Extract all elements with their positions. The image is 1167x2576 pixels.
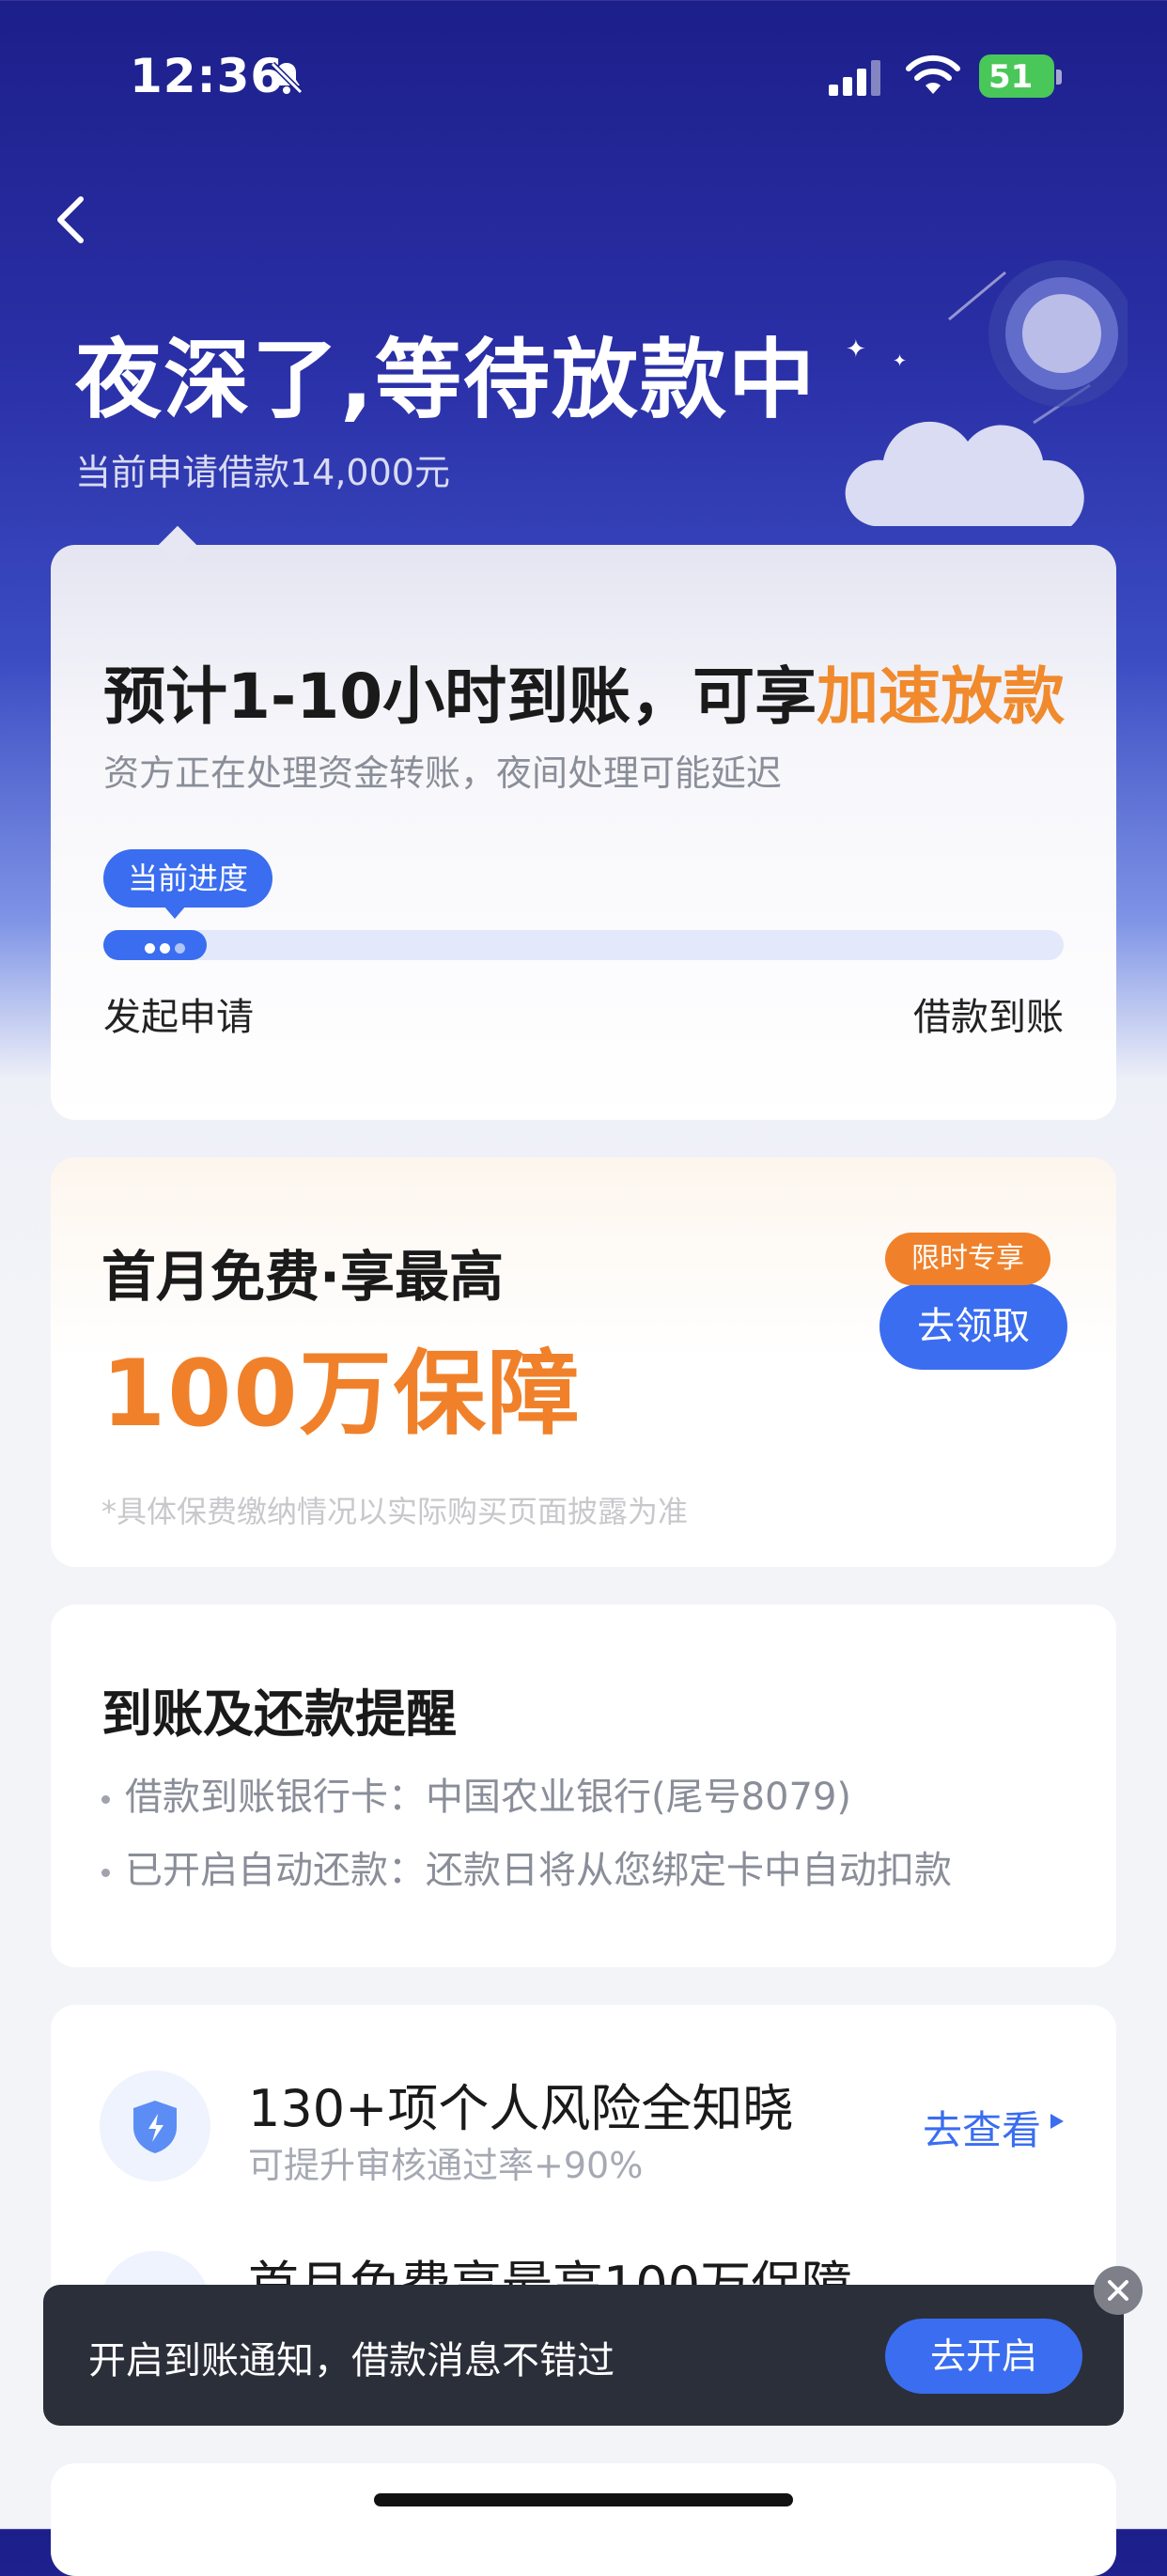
progress-start-label: 发起申请 (103, 996, 254, 1039)
shield-bolt-icon (133, 2101, 177, 2153)
risk-item-subtitle: 可提升审核通过率+90% (248, 2145, 644, 2186)
svg-text:✦: ✦ (846, 335, 866, 364)
progress-end-label: 借款到账 (913, 996, 1064, 1039)
eta-subtitle: 资方正在处理资金转账，夜间处理可能延迟 (103, 753, 783, 794)
view-link[interactable]: 去查看 (923, 2099, 1041, 2156)
svg-text:✦: ✦ (893, 351, 907, 371)
progress-badge: 当前进度 (103, 849, 273, 919)
notification-banner: 开启到账通知，借款消息不错过 去开启 (43, 2285, 1124, 2426)
promo-disclaimer: *具体保费缴纳情况以实际购买页面披露为准 (101, 1494, 689, 1529)
bell-muted-icon (270, 61, 303, 95)
reminder-card: 到账及还款提醒 借款到账银行卡：中国农业银行(尾号8079) 已开启自动还款：还… (51, 1605, 1116, 1967)
status-time: 12:36 (130, 49, 285, 103)
wifi-icon (906, 54, 960, 94)
promo-line1: 首月免费·享最高 (101, 1245, 505, 1309)
cellular-signal-icon (829, 60, 880, 96)
risk-item-title: 130+项个人风险全知晓 (248, 2079, 794, 2138)
limited-offer-tag: 限时专享 (885, 1233, 1050, 1285)
bottom-card (51, 2463, 1116, 2576)
progress-card: 预计1-10小时到账，可享加速放款 资方正在处理资金转账，夜间处理可能延迟 当前… (51, 525, 1116, 1120)
claim-button[interactable]: 去领取 (879, 1283, 1067, 1370)
page-title: 夜深了,等待放款中 (75, 330, 817, 430)
moon-illustration: ✦ ✦ (809, 260, 1128, 526)
speedup-highlight[interactable]: 加速放款 (817, 660, 1065, 733)
back-icon[interactable] (49, 192, 92, 248)
progress-fill (103, 930, 207, 960)
notification-text: 开启到账通知，借款消息不错过 (88, 2339, 615, 2382)
promo-amount: 100万保障 (101, 1341, 582, 1448)
enable-notification-button[interactable]: 去开启 (885, 2319, 1082, 2394)
battery-level: 51 (988, 58, 1034, 96)
risk-icon-bg (100, 2071, 210, 2181)
close-icon[interactable] (1094, 2266, 1143, 2315)
play-arrow-icon[interactable] (1049, 2112, 1066, 2131)
battery-icon: 51 (979, 54, 1064, 100)
reminder-row-bank: 借款到账银行卡：中国农业银行(尾号8079) (101, 1766, 851, 1821)
reminder-row-autopay: 已开启自动还款：还款日将从您绑定卡中自动扣款 (101, 1839, 952, 1894)
progress-bar (103, 930, 1064, 960)
page-subtitle: 当前申请借款14,000元 (75, 452, 450, 493)
eta-title: 预计1-10小时到账，可享加速放款 (103, 660, 1066, 733)
reminder-title: 到账及还款提醒 (101, 1684, 457, 1744)
insurance-promo-card[interactable]: 首月免费·享最高 100万保障 *具体保费缴纳情况以实际购买页面披露为准 去领取… (51, 1157, 1116, 1567)
home-indicator[interactable] (374, 2493, 793, 2506)
